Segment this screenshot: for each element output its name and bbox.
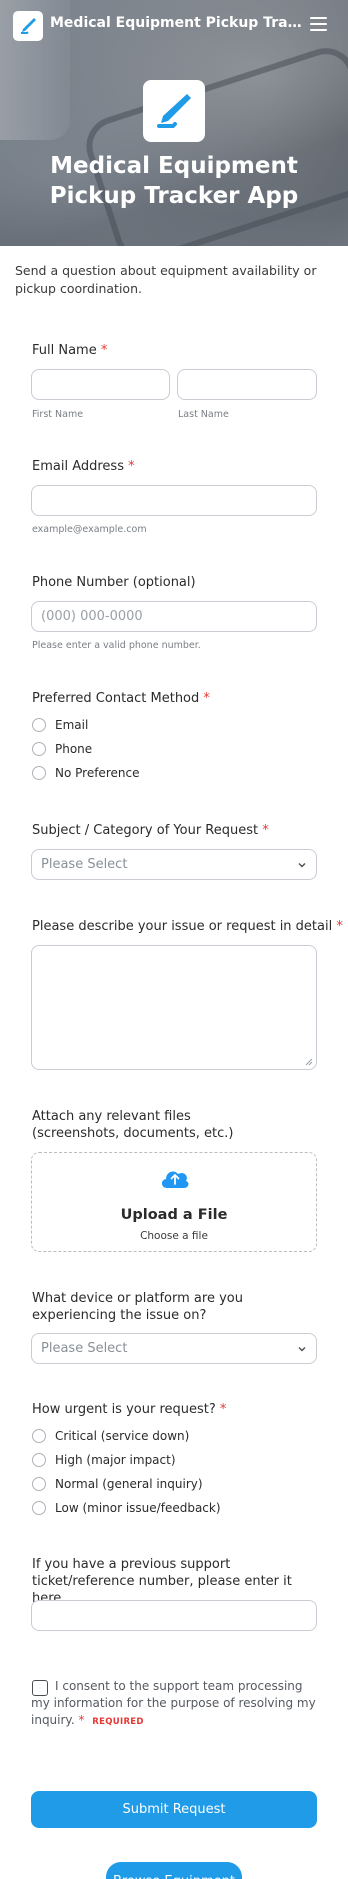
required-asterisk: *	[128, 459, 135, 474]
full-name-label: Full Name *	[32, 342, 107, 359]
radio-button[interactable]	[32, 1429, 46, 1443]
description-textarea[interactable]	[31, 945, 317, 1070]
choose-file-link[interactable]: Choose a file	[32, 1230, 316, 1242]
required-asterisk: *	[78, 1713, 85, 1727]
radio-button[interactable]	[32, 718, 46, 732]
last-name-sublabel: Last Name	[178, 409, 229, 420]
phone-label: Phone Number (optional)	[32, 574, 196, 591]
upload-title: Upload a File	[120, 1207, 228, 1223]
phone-label-text: Phone Number (optional)	[32, 575, 196, 590]
syringe-pen-icon	[21, 18, 36, 34]
required-asterisk: *	[203, 691, 210, 706]
chevron-down-icon	[298, 1347, 306, 1352]
radio-label: Critical (service down)	[55, 1429, 190, 1443]
device-label-text: What device or platform are you experien…	[32, 1291, 243, 1323]
urgency-label-text: How urgent is your request?	[32, 1402, 216, 1417]
browse-equipment-button[interactable]: Browse Equipment	[106, 1862, 242, 1879]
urgency-label: How urgent is your request? *	[32, 1401, 226, 1418]
full-name-label-text: Full Name	[32, 343, 97, 358]
contact-method-label-text: Preferred Contact Method	[32, 691, 200, 706]
radio-button[interactable]	[32, 1477, 46, 1491]
last-name-input[interactable]	[177, 369, 317, 400]
device-label: What device or platform are you experien…	[32, 1290, 302, 1324]
phone-placeholder: (000) 000-0000	[41, 609, 143, 624]
device-select[interactable]: Please Select	[31, 1333, 317, 1364]
description-label: Please describe your issue or request in…	[32, 918, 343, 935]
radio-button[interactable]	[32, 1501, 46, 1515]
radio-button[interactable]	[32, 766, 46, 780]
contact-option-phone[interactable]: Phone	[32, 740, 92, 758]
radio-button[interactable]	[32, 1453, 46, 1467]
radio-label: Email	[55, 718, 89, 732]
resize-grip-icon[interactable]	[305, 1058, 313, 1066]
contact-option-no-preference[interactable]: No Preference	[32, 764, 139, 782]
consent-label-text: I consent to the support team processing…	[31, 1679, 316, 1727]
email-sublabel: example@example.com	[32, 524, 147, 535]
required-asterisk: *	[100, 343, 108, 358]
consent-text: I consent to the support team processing…	[31, 1678, 321, 1731]
urgency-option-normal[interactable]: Normal (general inquiry)	[32, 1475, 203, 1493]
radio-button[interactable]	[32, 742, 46, 756]
attach-label: Attach any relevant files (screenshots, …	[32, 1108, 272, 1142]
file-upload-dropzone[interactable]: Upload a File Choose a file	[31, 1152, 317, 1252]
required-asterisk: *	[336, 919, 343, 934]
required-asterisk: *	[262, 823, 269, 838]
subject-select[interactable]: Please Select	[31, 849, 317, 880]
phone-input[interactable]: (000) 000-0000	[31, 601, 317, 632]
subject-label-text: Subject / Category of Your Request	[32, 823, 259, 838]
required-tag: REQUIRED	[92, 1717, 144, 1727]
ticket-label-text: If you have a previous support ticket/re…	[32, 1557, 292, 1606]
hero-title: Medical Equipment Pickup Tracker App	[49, 153, 299, 209]
description-label-text: Please describe your issue or request in…	[32, 919, 333, 934]
radio-label: No Preference	[55, 766, 140, 780]
submit-button[interactable]: Submit Request	[31, 1791, 317, 1828]
chevron-down-icon	[298, 863, 306, 868]
phone-sublabel: Please enter a valid phone number.	[32, 640, 201, 651]
cloud-upload-icon	[161, 1171, 189, 1188]
email-label: Email Address *	[32, 458, 135, 475]
radio-label: Phone	[55, 742, 93, 756]
urgency-option-critical[interactable]: Critical (service down)	[32, 1427, 189, 1445]
email-label-text: Email Address	[32, 459, 124, 474]
email-input[interactable]	[31, 485, 317, 516]
app-logo[interactable]	[13, 11, 43, 41]
hero-logo	[143, 80, 205, 142]
hamburger-menu-icon[interactable]	[310, 17, 327, 31]
contact-option-email[interactable]: Email	[32, 716, 88, 734]
required-asterisk: *	[219, 1402, 227, 1417]
ticket-input[interactable]	[31, 1600, 317, 1631]
first-name-sublabel: First Name	[32, 409, 84, 420]
subject-label: Subject / Category of Your Request *	[32, 822, 269, 839]
urgency-option-high[interactable]: High (major impact)	[32, 1451, 176, 1469]
radio-label: High (major impact)	[55, 1453, 176, 1467]
urgency-option-low[interactable]: Low (minor issue/feedback)	[32, 1499, 221, 1517]
device-placeholder: Please Select	[41, 1341, 128, 1356]
contact-method-label: Preferred Contact Method *	[32, 690, 210, 707]
attach-label-text: Attach any relevant files (screenshots, …	[32, 1109, 234, 1141]
form-description: Send a question about equipment availabi…	[15, 263, 317, 296]
radio-label: Normal (general inquiry)	[55, 1477, 203, 1491]
first-name-input[interactable]	[31, 369, 170, 400]
hero-banner: Medical Equipment Pickup Tracker ... Med…	[0, 0, 348, 246]
subject-placeholder: Please Select	[41, 857, 128, 872]
radio-label: Low (minor issue/feedback)	[55, 1501, 221, 1515]
top-bar: Medical Equipment Pickup Tracker ...	[0, 0, 348, 52]
syringe-pen-icon	[157, 94, 191, 128]
app-title: Medical Equipment Pickup Tracker ...	[50, 15, 302, 31]
